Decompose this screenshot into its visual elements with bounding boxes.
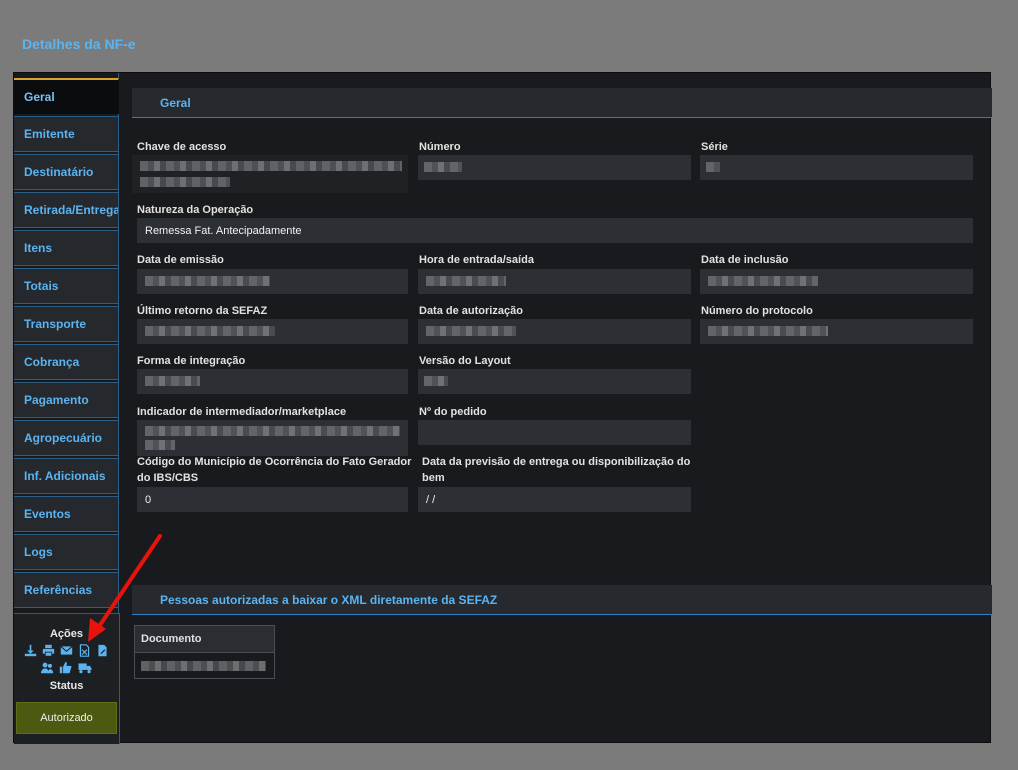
sidebar-nav: Geral Emitente Destinatário Retirada/Entreg… xyxy=(14,78,119,610)
codigo-municipio-field[interactable]: 0 xyxy=(137,487,408,512)
label-data-previsao-entrega: Data da previsão de entrega ou disponibi… xyxy=(422,456,691,484)
label-serie: Série xyxy=(701,141,728,153)
label-data-inclusao: Data de inclusão xyxy=(701,254,789,266)
page-title: Detalhes da NF-e xyxy=(22,36,136,52)
sidebar-item-destinatário[interactable]: Destinatário xyxy=(14,154,119,190)
numero-field[interactable] xyxy=(418,155,691,180)
section-header-geral: Geral xyxy=(132,88,992,118)
sidebar-item-cobrança[interactable]: Cobrança xyxy=(14,344,119,380)
forma-integracao-field[interactable] xyxy=(137,369,408,394)
redacted-value xyxy=(426,276,506,286)
print-icon[interactable] xyxy=(42,644,55,657)
status-label: Status xyxy=(49,680,84,692)
label-forma-integracao: Forma de integração xyxy=(137,355,246,367)
email-icon[interactable] xyxy=(60,644,73,657)
numero-protocolo-field[interactable] xyxy=(700,319,973,344)
data-inclusao-field[interactable] xyxy=(700,269,973,294)
sidebar-item-transporte[interactable]: Transporte xyxy=(14,306,119,342)
redacted-value xyxy=(140,161,402,171)
nfe-details-frame: Geral Emitente Destinatário Retirada/Entreg… xyxy=(13,72,992,744)
chave-acesso-field[interactable] xyxy=(132,155,408,193)
redacted-value xyxy=(141,661,266,671)
table-row[interactable] xyxy=(135,653,274,679)
natureza-operacao-field[interactable]: Remessa Fat. Antecipadamente xyxy=(137,218,973,243)
table-header-documento: Documento xyxy=(135,626,274,653)
redacted-value xyxy=(145,376,200,386)
download-icon[interactable] xyxy=(24,644,37,657)
sidebar-item-pagamento[interactable]: Pagamento xyxy=(14,382,119,418)
numero-pedido-field[interactable] xyxy=(418,420,691,445)
section-header-pessoas-autorizadas: Pessoas autorizadas a baixar o XML diret… xyxy=(132,585,992,615)
label-data-autorizacao: Data de autorização xyxy=(419,305,523,317)
label-natureza-operacao: Natureza da Operação xyxy=(137,204,254,216)
cancel-document-icon[interactable] xyxy=(78,644,91,657)
sidebar-item-agropecuário[interactable]: Agropecuário xyxy=(14,420,119,456)
sidebar-item-referências[interactable]: Referências xyxy=(14,572,119,608)
redacted-value xyxy=(706,162,720,172)
authorized-documents-table: Documento xyxy=(134,625,275,679)
actions-label: Ações xyxy=(49,628,84,640)
redacted-value xyxy=(708,326,828,336)
label-data-emissao: Data de emissão xyxy=(137,254,224,266)
label-chave-acesso: Chave de acesso xyxy=(137,141,227,153)
label-numero-pedido: Nº do pedido xyxy=(419,406,487,418)
sidebar-item-eventos[interactable]: Eventos xyxy=(14,496,119,532)
truck-icon[interactable] xyxy=(77,661,93,674)
sidebar-item-retirada-entrega[interactable]: Retirada/Entrega xyxy=(14,192,119,228)
label-numero-protocolo: Número do protocolo xyxy=(701,305,813,317)
sidebar-item-logs[interactable]: Logs xyxy=(14,534,119,570)
redacted-value xyxy=(708,276,818,286)
sidebar-item-inf-adicionais[interactable]: Inf. Adicionais xyxy=(14,458,119,494)
status-badge: Autorizado xyxy=(16,702,117,734)
redacted-value xyxy=(145,426,400,436)
serie-field[interactable] xyxy=(700,155,973,180)
hora-entrada-saida-field[interactable] xyxy=(418,269,691,294)
data-autorizacao-field[interactable] xyxy=(418,319,691,344)
edit-document-icon[interactable] xyxy=(96,644,109,657)
label-codigo-municipio: Código do Município de Ocorrência do Fat… xyxy=(137,456,412,484)
redacted-value xyxy=(424,162,462,172)
label-indicador-intermediador: Indicador de intermediador/marketplace xyxy=(137,406,347,418)
data-emissao-field[interactable] xyxy=(137,269,408,294)
redacted-value xyxy=(140,177,230,187)
redacted-value xyxy=(145,440,175,450)
thumbs-up-icon[interactable] xyxy=(59,661,72,674)
redacted-value xyxy=(426,326,516,336)
ultimo-retorno-sefaz-field[interactable] xyxy=(137,319,408,344)
label-numero: Número xyxy=(419,141,461,153)
redacted-value xyxy=(145,326,275,336)
sidebar-item-geral[interactable]: Geral xyxy=(14,78,119,114)
label-hora-entrada-saida: Hora de entrada/saída xyxy=(419,254,534,266)
users-icon[interactable] xyxy=(40,661,54,674)
label-ultimo-retorno-sefaz: Último retorno da SEFAZ xyxy=(137,305,268,317)
sidebar-item-emitente[interactable]: Emitente xyxy=(14,116,119,152)
data-previsao-entrega-field[interactable]: / / xyxy=(418,487,691,512)
indicador-intermediador-field[interactable] xyxy=(137,420,408,456)
label-versao-layout: Versão do Layout xyxy=(419,355,511,367)
versao-layout-field[interactable] xyxy=(418,369,691,394)
redacted-value xyxy=(424,376,448,386)
sidebar-item-itens[interactable]: Itens xyxy=(14,230,119,266)
sidebar-item-totais[interactable]: Totais xyxy=(14,268,119,304)
redacted-value xyxy=(145,276,270,286)
sidebar-actions-panel: Ações Status Autorizado xyxy=(14,613,120,744)
